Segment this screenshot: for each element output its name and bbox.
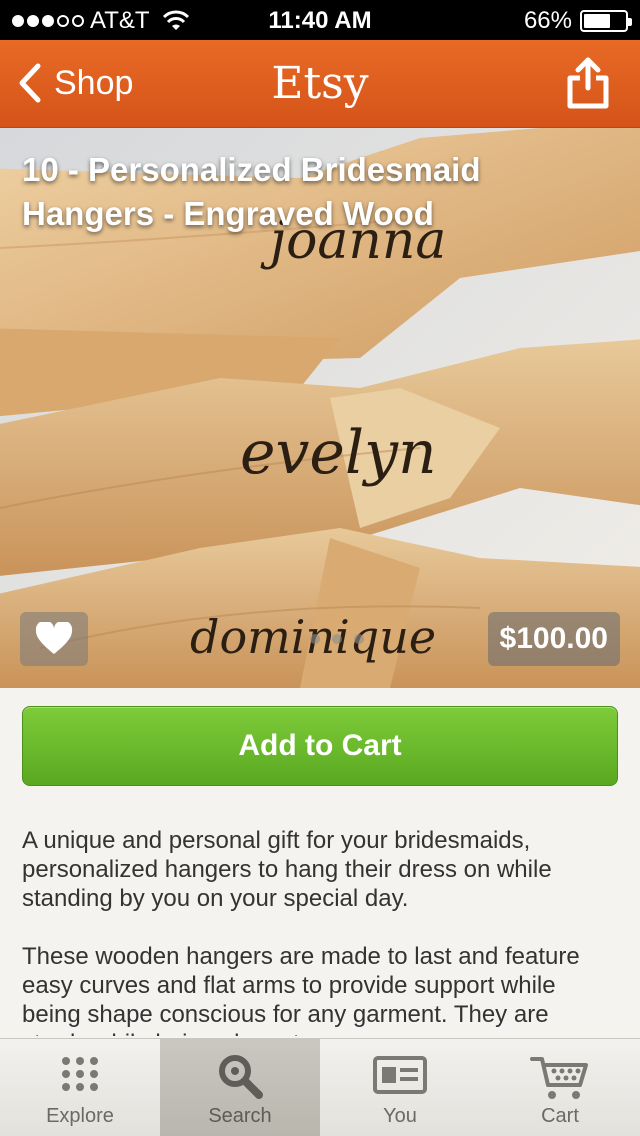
favorite-button[interactable] <box>20 612 88 666</box>
tab-label: You <box>383 1105 417 1127</box>
navigation-bar: Shop Etsy <box>0 40 640 128</box>
tab-label: Cart <box>541 1105 579 1127</box>
tab-bar: Explore Search You Cart <box>0 1038 640 1136</box>
heart-icon <box>35 622 73 654</box>
grid-dots-icon <box>62 1057 98 1091</box>
engraved-name: evelyn <box>240 418 437 488</box>
app-title: Etsy <box>271 58 369 109</box>
product-title: 10 - Personalized Bridesmaid Hangers - E… <box>22 151 481 232</box>
add-to-cart-button[interactable]: Add to Cart <box>22 706 618 786</box>
product-image-carousel[interactable]: joanna evelyn dominique 10 - Personalize… <box>0 128 640 688</box>
tab-cart[interactable]: Cart <box>480 1039 640 1136</box>
image-page-indicator <box>310 634 364 644</box>
tab-search[interactable]: Search <box>160 1039 320 1136</box>
status-bar: AT&T 11:40 AM 66% <box>0 0 640 40</box>
product-description: A unique and personal gift for your brid… <box>22 826 602 1036</box>
share-icon[interactable] <box>566 56 610 110</box>
page-dot <box>354 634 364 644</box>
status-right: 66% <box>523 7 632 35</box>
page-dot <box>332 634 342 644</box>
description-paragraph: These wooden hangers are made to last an… <box>22 943 580 1036</box>
product-price: $100.00 <box>487 612 620 666</box>
battery-icon <box>580 10 632 32</box>
profile-card-icon <box>373 1056 427 1094</box>
tab-you[interactable]: You <box>320 1039 480 1136</box>
description-paragraph: A unique and personal gift for your brid… <box>22 827 552 912</box>
page-dot <box>310 634 320 644</box>
tab-label: Explore <box>46 1105 114 1127</box>
battery-percent: 66% <box>523 7 572 34</box>
magnifier-icon <box>219 1055 263 1099</box>
tab-label: Search <box>208 1105 272 1127</box>
tab-explore[interactable]: Explore <box>0 1039 160 1136</box>
shopping-cart-icon <box>530 1057 588 1099</box>
